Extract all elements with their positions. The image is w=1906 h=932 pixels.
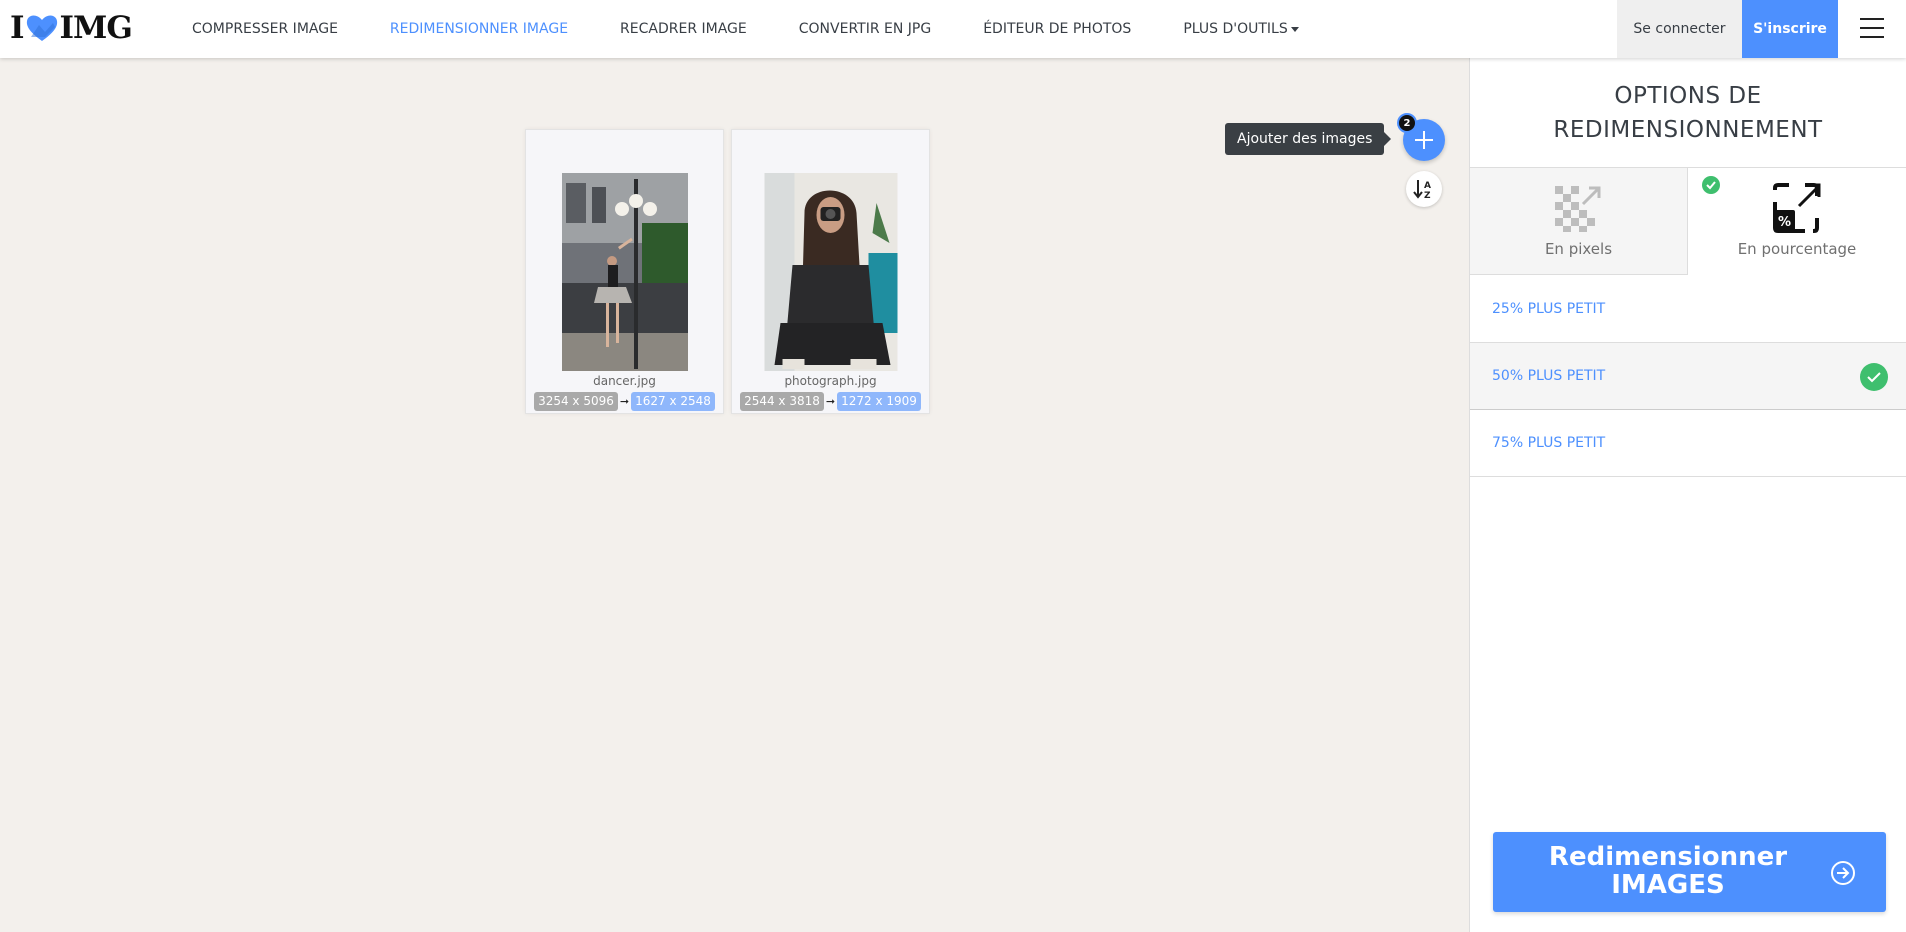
file-card[interactable]: photograph.jpg 2544 x 3818 ➞ 1272 x 1909 (731, 129, 930, 414)
resize-options-sidebar: OPTIONS DE REDIMENSIONNEMENT En pixels %… (1469, 58, 1906, 932)
check-circle-icon (1702, 176, 1720, 194)
resize-button-line2: IMAGES (1611, 870, 1725, 900)
main-nav: COMPRESSER IMAGE REDIMENSIONNER IMAGE RE… (166, 0, 1325, 58)
file-name: photograph.jpg (784, 374, 877, 388)
percentage-resize-icon: % (1773, 183, 1821, 233)
nav-resize[interactable]: REDIMENSIONNER IMAGE (390, 21, 568, 37)
file-name: dancer.jpg (593, 374, 656, 388)
check-circle-icon (1860, 363, 1888, 391)
tab-by-pixels-label: En pixels (1544, 240, 1613, 258)
option-50-percent[interactable]: 50% PLUS PETIT (1470, 343, 1906, 410)
svg-text:Z: Z (1424, 191, 1431, 200)
option-75-percent[interactable]: 75% PLUS PETIT (1470, 410, 1906, 477)
pixels-resize-icon (1554, 186, 1600, 232)
arrow-right-icon: ➞ (619, 395, 630, 408)
resized-size: 1272 x 1909 (837, 392, 921, 411)
original-size: 3254 x 5096 (534, 392, 618, 411)
option-50-percent-label: 50% PLUS PETIT (1492, 368, 1606, 384)
caret-down-icon (1290, 26, 1299, 32)
svg-text:%: % (1778, 215, 1791, 230)
file-thumbnail (561, 173, 688, 371)
hamburger-menu-icon[interactable] (1860, 18, 1884, 38)
tab-by-percentage[interactable]: % En pourcentage (1688, 168, 1906, 274)
file-card[interactable]: dancer.jpg 3254 x 5096 ➞ 1627 x 2548 (525, 129, 724, 414)
signup-button[interactable]: S'inscrire (1742, 0, 1838, 58)
nav-more-tools[interactable]: PLUS D'OUTILS (1183, 21, 1299, 37)
top-header: I IMG COMPRESSER IMAGE REDIMENSIONNER IM… (0, 0, 1906, 58)
arrow-right-icon: ➞ (825, 395, 836, 408)
resize-images-button[interactable]: Redimensionner IMAGES (1493, 832, 1886, 912)
svg-text:A: A (1424, 181, 1431, 191)
sort-az-button[interactable]: A Z (1406, 171, 1442, 207)
file-dimensions: 3254 x 5096 ➞ 1627 x 2548 (526, 392, 723, 411)
nav-more-tools-label: PLUS D'OUTILS (1183, 21, 1288, 37)
option-25-percent[interactable]: 25% PLUS PETIT (1470, 276, 1906, 343)
sort-az-icon: A Z (1413, 180, 1431, 200)
file-thumbnail (764, 173, 897, 371)
logo-text: IMG (59, 10, 133, 46)
resize-button-line1: Redimensionner (1548, 842, 1788, 872)
tab-by-percentage-label: En pourcentage (1737, 240, 1857, 258)
sidebar-title: OPTIONS DE REDIMENSIONNEMENT (1470, 58, 1906, 168)
original-size: 2544 x 3818 (740, 392, 824, 411)
nav-convert-jpg[interactable]: CONVERTIR EN JPG (799, 21, 931, 37)
resize-mode-tabs: En pixels % En pourcentage (1470, 168, 1906, 275)
heart-icon (26, 15, 57, 41)
logo-letter-i: I (10, 10, 24, 46)
login-button[interactable]: Se connecter (1617, 0, 1742, 58)
file-count-badge: 2 (1397, 113, 1417, 133)
nav-crop[interactable]: RECADRER IMAGE (620, 21, 747, 37)
arrow-circle-right-icon (1831, 861, 1855, 885)
brand-logo[interactable]: I IMG (10, 10, 133, 46)
nav-compress[interactable]: COMPRESSER IMAGE (192, 21, 338, 37)
file-dimensions: 2544 x 3818 ➞ 1272 x 1909 (732, 392, 929, 411)
add-images-tooltip: Ajouter des images (1225, 123, 1392, 155)
tab-by-pixels[interactable]: En pixels (1470, 168, 1688, 275)
nav-photo-editor[interactable]: ÉDITEUR DE PHOTOS (983, 21, 1131, 37)
resized-size: 1627 x 2548 (631, 392, 715, 411)
